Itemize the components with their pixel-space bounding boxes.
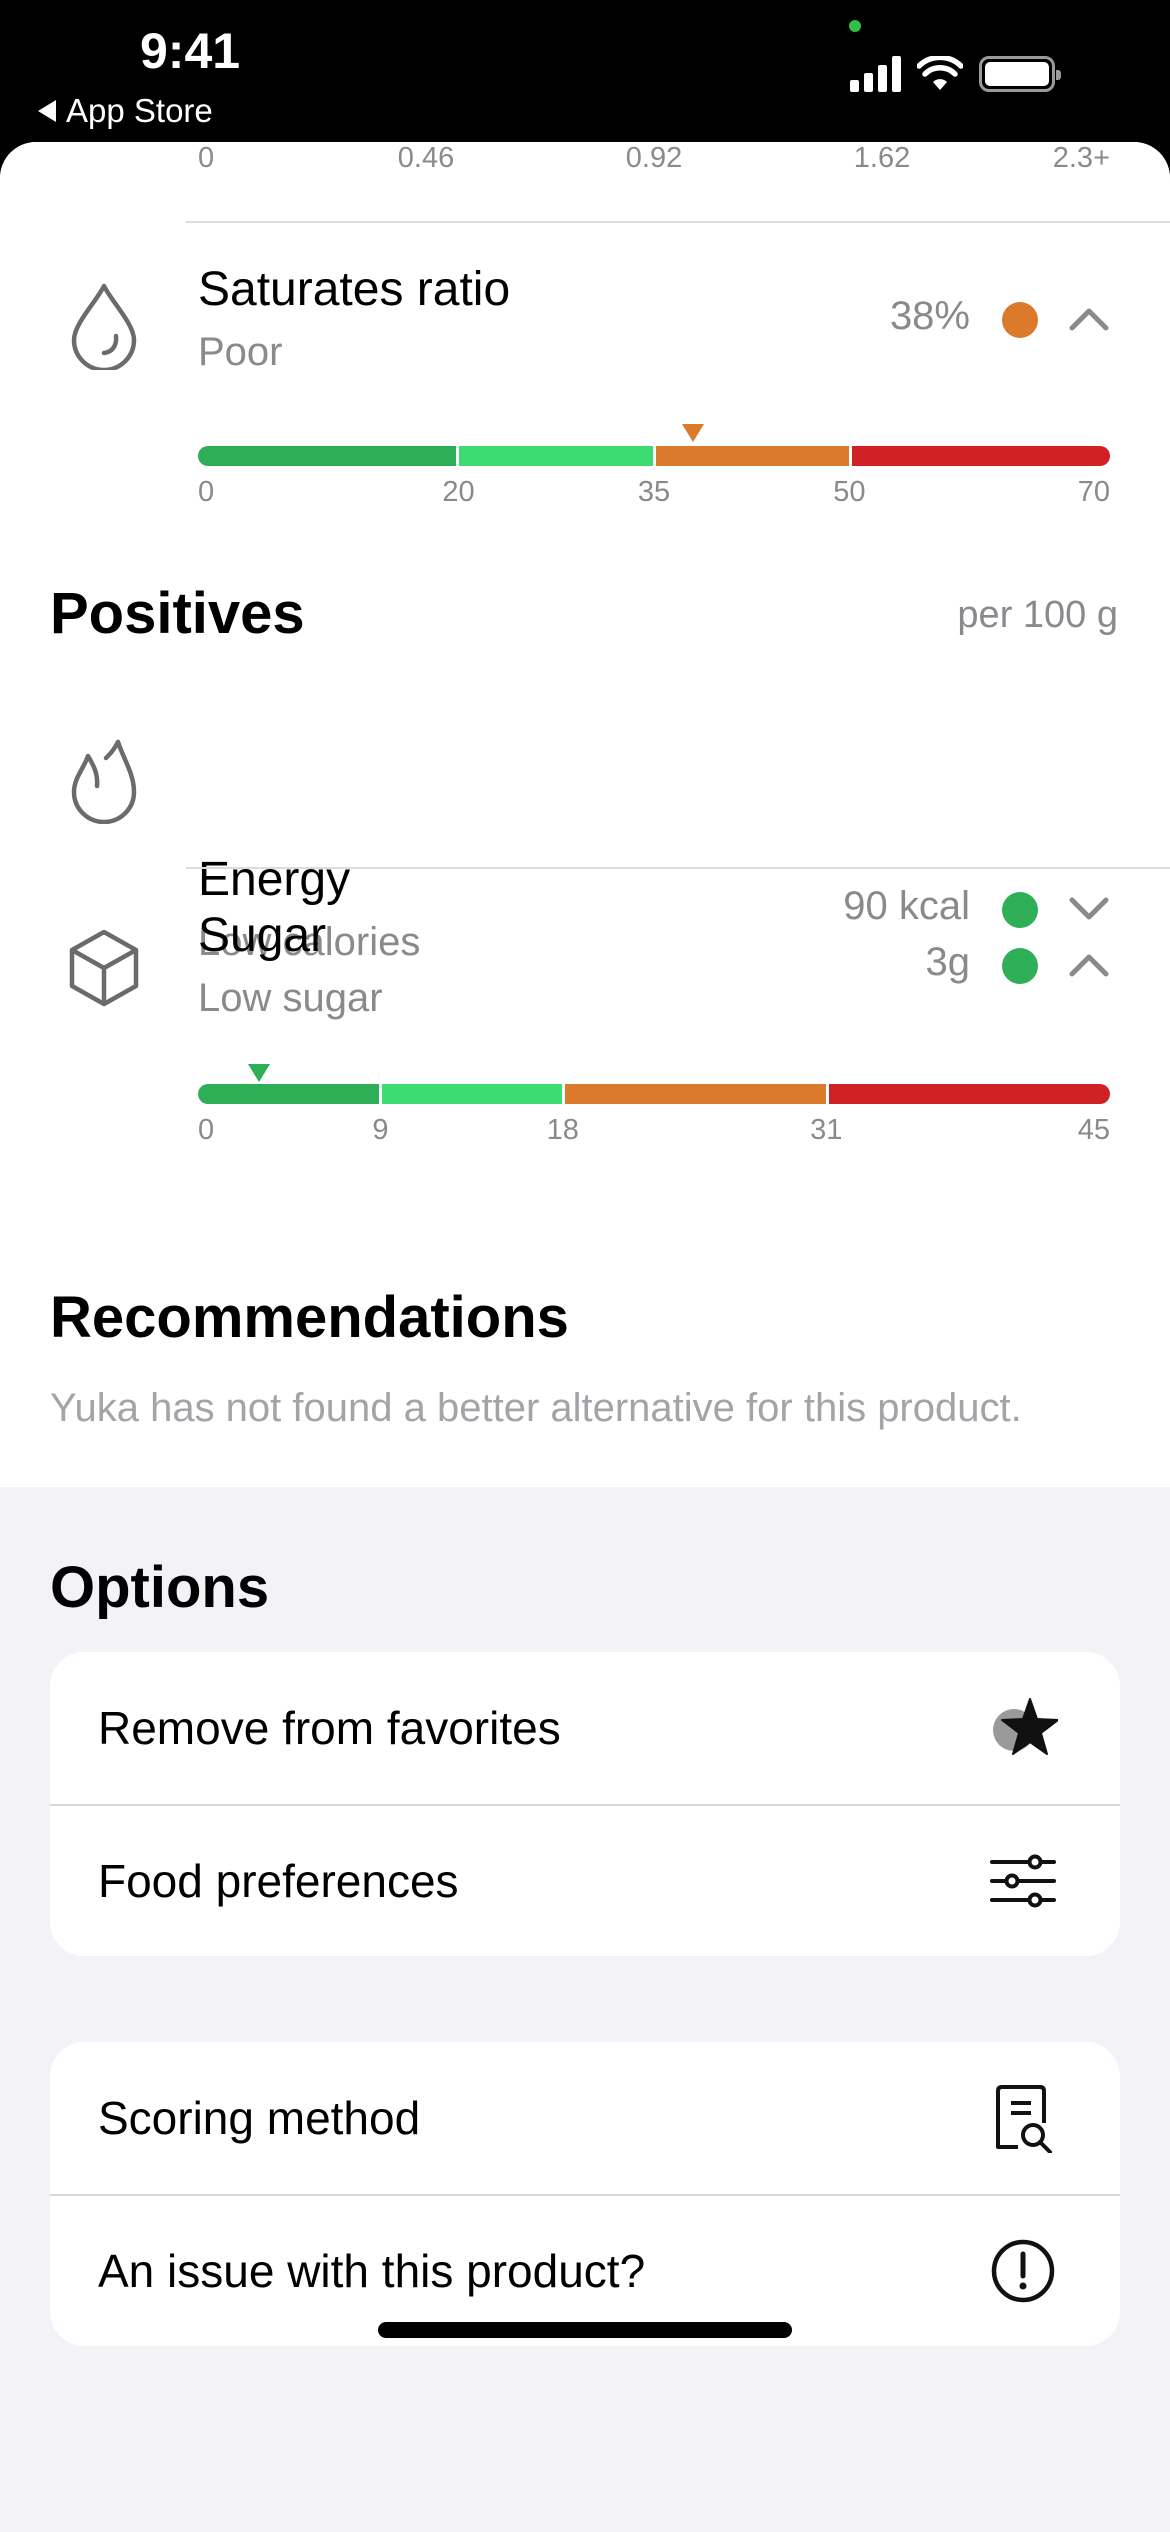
scale-labels: 0 20 35 50 70 bbox=[198, 476, 1110, 516]
scale-tick-label: 50 bbox=[833, 476, 866, 508]
scale-bar bbox=[198, 1084, 1110, 1104]
scale-tick-label: 35 bbox=[637, 476, 671, 508]
option-label: Scoring method bbox=[98, 2092, 421, 2144]
scale-segment bbox=[456, 446, 653, 466]
per-100g-label: per 100 g bbox=[957, 594, 1118, 636]
scale-tick-label: 1.62 bbox=[853, 142, 911, 174]
exclamation-circle-icon bbox=[991, 2239, 1055, 2303]
camera-indicator-dot bbox=[849, 20, 861, 32]
scale-tick-label: 45 bbox=[1077, 1114, 1110, 1146]
option-label: Remove from favorites bbox=[98, 1702, 561, 1754]
scoring-method-button[interactable]: Scoring method bbox=[50, 2042, 1120, 2194]
signal-icon bbox=[850, 56, 901, 92]
sliders-icon bbox=[990, 1854, 1056, 1908]
nutrient-energy[interactable]: Energy Low calories 90 kcal bbox=[0, 702, 1170, 964]
options-title: Options bbox=[50, 1555, 270, 1620]
options-card-primary: Remove from favorites Food preferences bbox=[50, 1652, 1120, 1956]
nutrient-name: Saturates ratio bbox=[198, 263, 511, 316]
scale-tick-label: 31 bbox=[810, 1114, 843, 1146]
options-section-bg bbox=[0, 1487, 1170, 2532]
drop-icon bbox=[71, 283, 137, 370]
sugar-cube-icon bbox=[69, 929, 139, 1007]
food-preferences-button[interactable]: Food preferences bbox=[50, 1804, 1120, 1956]
document-search-icon bbox=[996, 2085, 1052, 2153]
option-label: An issue with this product? bbox=[98, 2245, 646, 2297]
scale-segment bbox=[849, 446, 1110, 466]
scale-segment bbox=[198, 446, 456, 466]
recommendations-title: Recommendations bbox=[50, 1285, 569, 1350]
option-label: Food preferences bbox=[98, 1855, 459, 1907]
value-marker bbox=[247, 1064, 270, 1082]
star-icon bbox=[993, 1698, 1058, 1755]
scale-tick-label: 2.3+ bbox=[1052, 142, 1110, 174]
recommendations-message: Yuka has not found a better alternative … bbox=[50, 1386, 1022, 1430]
nutrient-name: Sugar bbox=[198, 909, 327, 962]
scale-segment bbox=[562, 1084, 827, 1104]
back-app-label: App Store bbox=[66, 92, 213, 129]
product-sheet: 0 0.46 0.92 1.62 2.3+ Saturates ratio Po… bbox=[0, 142, 1170, 2532]
scale-segment bbox=[652, 446, 849, 466]
options-card-secondary: Scoring method An issue with this produc… bbox=[50, 2042, 1120, 2346]
scale-segment bbox=[198, 1084, 379, 1104]
scale-labels: 0 9 18 31 45 bbox=[198, 1114, 1110, 1154]
nutrient-sugar[interactable]: Sugar Low sugar 3g 0 9 18 31 45 bbox=[0, 868, 1170, 1288]
value-marker bbox=[682, 424, 705, 442]
status-bar: 9:41 App Store bbox=[0, 0, 1170, 145]
scale-tick-label: 70 bbox=[1077, 476, 1110, 508]
back-triangle-icon bbox=[38, 100, 56, 122]
nutrient-rating: Low sugar bbox=[198, 976, 383, 1020]
chevron-up-icon[interactable] bbox=[1068, 944, 1110, 986]
nutrient-rating: Poor bbox=[198, 330, 283, 374]
scale-tick-label: 0.46 bbox=[397, 142, 455, 174]
scale-tick-label: 0.92 bbox=[625, 142, 683, 174]
nutrient-value: 38% bbox=[889, 294, 970, 338]
status-dot bbox=[1002, 302, 1038, 338]
nutrient-value: 3g bbox=[925, 940, 971, 984]
home-indicator[interactable] bbox=[378, 2322, 792, 2338]
scale-tick-label: 20 bbox=[442, 476, 475, 508]
scale-bar bbox=[198, 446, 1110, 466]
back-to-app-store-button[interactable]: App Store bbox=[38, 92, 213, 130]
scale-tick-label: 0 bbox=[198, 142, 215, 174]
positives-title: Positives bbox=[50, 581, 305, 646]
scale-tick-label: 0 bbox=[198, 476, 215, 508]
status-dot bbox=[1002, 948, 1038, 984]
flame-icon bbox=[71, 739, 137, 824]
remove-from-favorites-button[interactable]: Remove from favorites bbox=[50, 1652, 1120, 1804]
scale-tick-label: 9 bbox=[372, 1114, 389, 1146]
system-icons bbox=[850, 56, 1061, 92]
status-time: 9:41 bbox=[140, 23, 241, 79]
scale-segment bbox=[826, 1084, 1110, 1104]
scale-tick-label: 0 bbox=[198, 1114, 215, 1146]
chevron-up-icon[interactable] bbox=[1068, 298, 1110, 340]
scale-segment bbox=[378, 1084, 563, 1104]
scale-tick-label: 18 bbox=[546, 1114, 579, 1146]
previous-scale-labels: 0 0.46 0.92 1.62 2.3+ bbox=[198, 142, 1110, 182]
battery-icon bbox=[979, 56, 1061, 92]
wifi-icon bbox=[917, 56, 963, 90]
